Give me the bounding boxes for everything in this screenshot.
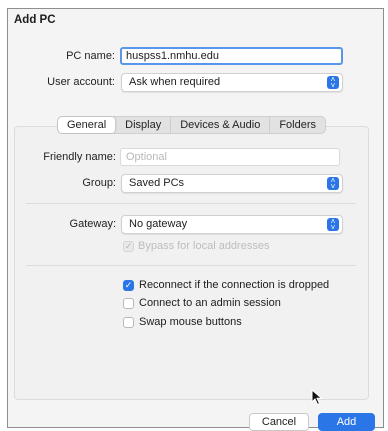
swap-mouse-checkbox[interactable] bbox=[123, 317, 134, 328]
tab-display[interactable]: Display bbox=[116, 117, 172, 133]
gateway-select[interactable]: No gateway ˄ ˅ bbox=[121, 215, 343, 234]
tab-folders[interactable]: Folders bbox=[270, 117, 325, 133]
admin-session-label: Connect to an admin session bbox=[139, 297, 281, 309]
swap-mouse-label: Swap mouse buttons bbox=[139, 316, 242, 328]
chevron-up-down-icon: ˄ ˅ bbox=[327, 218, 339, 232]
tab-devices-audio[interactable]: Devices & Audio bbox=[171, 117, 271, 133]
chevron-up-down-icon: ˄ ˅ bbox=[327, 177, 339, 191]
checkmark-icon: ✓ bbox=[124, 280, 133, 290]
admin-session-checkbox[interactable] bbox=[123, 298, 134, 309]
bypass-label: Bypass for local addresses bbox=[138, 240, 270, 252]
chevron-up-down-icon: ˄ ˅ bbox=[327, 76, 339, 90]
reconnect-label: Reconnect if the connection is dropped bbox=[139, 279, 330, 291]
gateway-label: Gateway: bbox=[69, 218, 116, 230]
gateway-value: No gateway bbox=[129, 218, 188, 230]
group-value: Saved PCs bbox=[129, 177, 185, 189]
bypass-checkbox[interactable]: ✓ bbox=[123, 241, 134, 252]
mouse-pointer-icon bbox=[311, 388, 323, 409]
add-button[interactable]: Add bbox=[318, 413, 375, 431]
user-account-select[interactable]: Ask when required ˄ ˅ bbox=[121, 73, 343, 92]
cancel-button[interactable]: Cancel bbox=[249, 413, 309, 431]
pc-name-label: PC name: bbox=[66, 50, 115, 62]
reconnect-checkbox[interactable]: ✓ bbox=[123, 280, 134, 291]
divider bbox=[26, 203, 356, 204]
friendly-name-label: Friendly name: bbox=[43, 151, 116, 163]
user-account-value: Ask when required bbox=[129, 76, 221, 88]
group-label: Group: bbox=[82, 177, 116, 189]
tab-bar: General Display Devices & Audio Folders bbox=[57, 116, 327, 134]
divider bbox=[26, 265, 356, 266]
friendly-name-input[interactable]: Optional bbox=[120, 148, 340, 166]
user-account-label: User account: bbox=[47, 76, 115, 88]
group-select[interactable]: Saved PCs ˄ ˅ bbox=[121, 174, 343, 193]
pc-name-input[interactable]: huspss1.nmhu.edu bbox=[120, 47, 343, 65]
general-panel bbox=[14, 126, 369, 400]
tab-general[interactable]: General bbox=[58, 117, 117, 133]
dialog-title: Add PC bbox=[14, 14, 56, 26]
